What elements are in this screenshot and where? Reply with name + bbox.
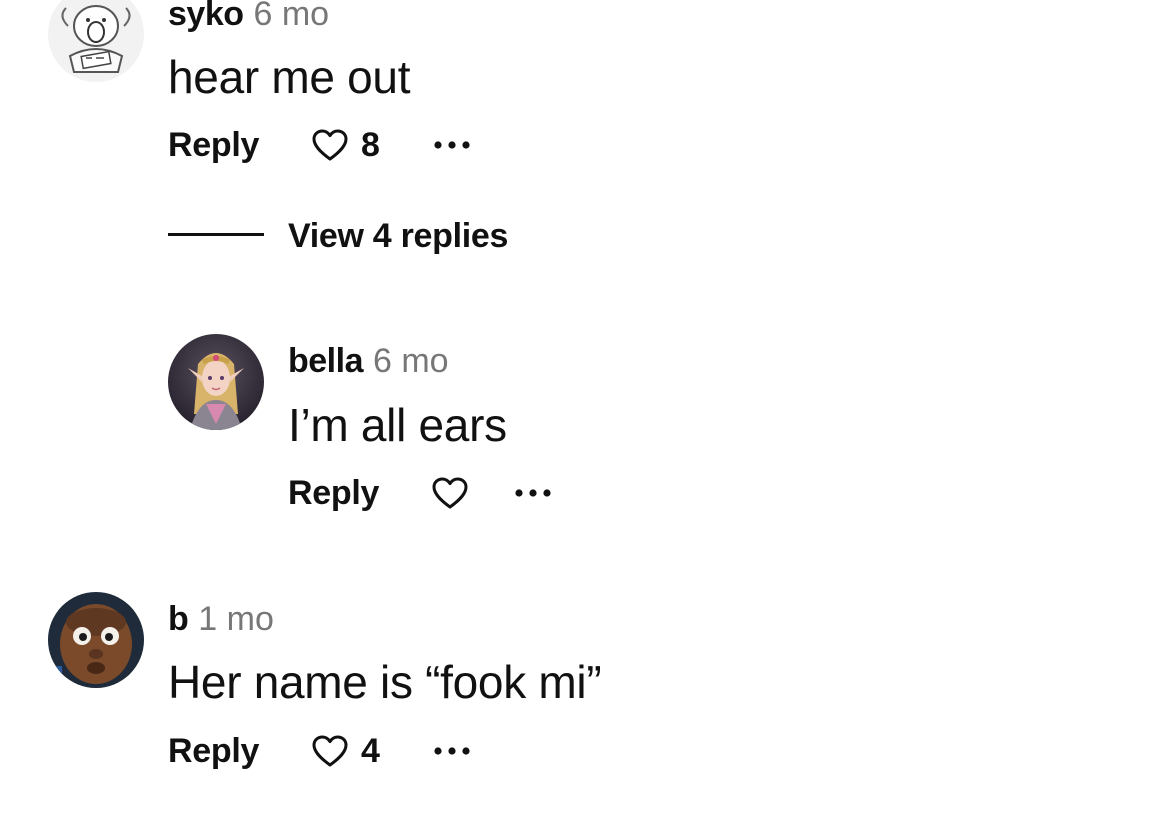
like-button[interactable]: 8 <box>311 125 380 165</box>
heart-outline-icon <box>432 477 468 509</box>
cartoon-sketch-avatar-icon <box>48 0 144 82</box>
like-button[interactable]: 4 <box>311 731 380 771</box>
heart-outline-icon <box>312 129 348 161</box>
comment-actions: Reply <box>288 473 588 513</box>
avatar[interactable] <box>48 592 144 688</box>
comment-meta: bella 6 mo <box>288 344 449 378</box>
heart-outline-icon <box>312 735 348 767</box>
more-options-button[interactable] <box>433 731 477 771</box>
comment-text: I’m all ears <box>288 399 507 451</box>
wide-eyed-man-avatar-icon <box>48 592 144 688</box>
view-replies-divider <box>168 233 264 236</box>
more-options-icon <box>434 747 470 755</box>
comment-text: Her name is “fook mi” <box>168 656 602 708</box>
more-options-icon <box>515 489 551 497</box>
username[interactable]: bella <box>288 342 363 380</box>
comment-syko: syko 6 mo hear me out Reply 8 <box>0 0 1170 200</box>
more-options-button[interactable] <box>514 473 558 513</box>
timestamp: 6 mo <box>372 342 449 380</box>
like-button[interactable] <box>431 473 481 513</box>
avatar[interactable] <box>48 0 144 82</box>
reply-button[interactable]: Reply <box>288 473 379 513</box>
view-replies-label: View 4 replies <box>288 217 509 255</box>
elf-princess-avatar-icon <box>168 334 264 430</box>
more-options-button[interactable] <box>433 125 477 165</box>
more-options-icon <box>434 141 470 149</box>
like-count: 4 <box>361 732 380 770</box>
username[interactable]: b <box>168 600 189 638</box>
reply-button[interactable]: Reply <box>168 731 259 771</box>
comment-b: b1 mo Her name is “fook mi” Reply 4 <box>0 0 1170 770</box>
comment-meta: b1 mo <box>168 602 274 636</box>
avatar[interactable] <box>168 334 264 430</box>
comment-text: hear me out <box>168 51 411 103</box>
reply-button[interactable]: Reply <box>168 125 259 165</box>
comment-actions: Reply 4 <box>168 731 568 771</box>
like-count: 8 <box>361 126 380 164</box>
comment-actions: Reply 8 <box>168 125 568 165</box>
timestamp: 1 mo <box>198 600 274 638</box>
